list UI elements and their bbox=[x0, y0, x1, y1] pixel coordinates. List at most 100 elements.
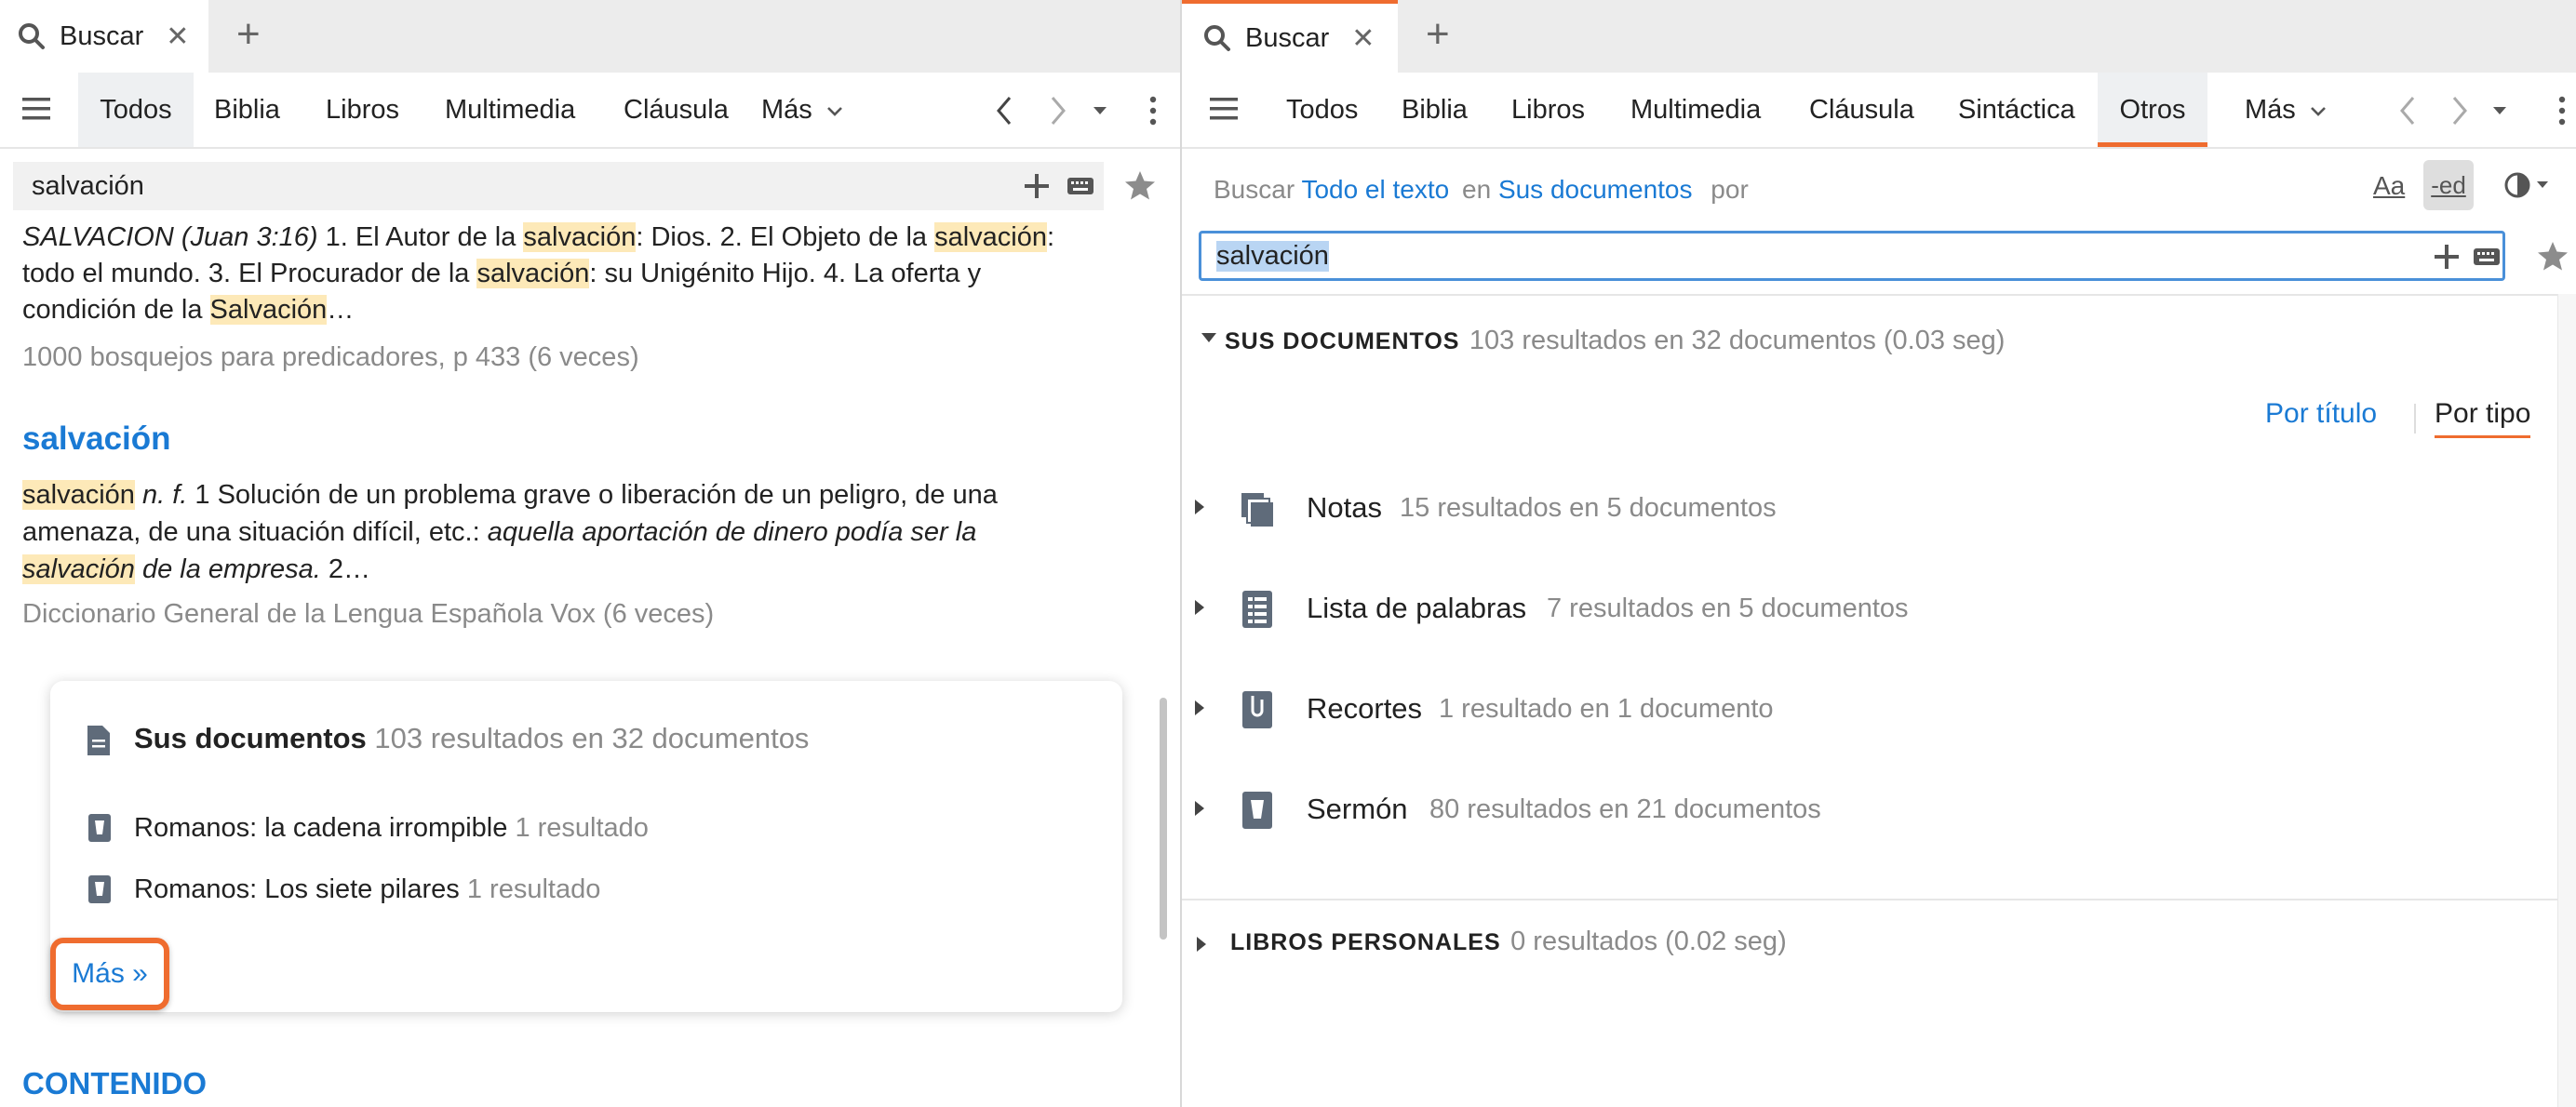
left-tab-strip: Buscar ✕ + bbox=[0, 0, 1180, 73]
history-dropdown-icon[interactable] bbox=[1091, 104, 1109, 117]
nav-tab-libros[interactable]: Libros bbox=[326, 73, 399, 147]
card-item-title: Romanos: Los siete pilares bbox=[134, 874, 460, 904]
group-row-recortes[interactable]: Recortes 1 resultado en 1 documento bbox=[1182, 677, 2557, 746]
search-hit: salvación bbox=[22, 554, 135, 584]
snippet-example: de la empresa. bbox=[134, 554, 321, 584]
keyboard-icon[interactable] bbox=[2473, 246, 2501, 268]
result-source-1[interactable]: 1000 bosquejos para predicadores, p 433 … bbox=[22, 342, 639, 373]
display-mode-icon[interactable] bbox=[2503, 169, 2552, 201]
collapsed-triangle-icon[interactable] bbox=[1193, 700, 1206, 716]
new-tab-button[interactable]: + bbox=[236, 11, 261, 58]
collapsed-triangle-icon[interactable] bbox=[1193, 599, 1206, 616]
snippet-line: salvación n. f. 1 Solución de un problem… bbox=[22, 476, 1158, 513]
nav-tab-todos[interactable]: Todos bbox=[1286, 73, 1358, 147]
search-input[interactable]: salvación bbox=[1216, 241, 1329, 272]
group-count: 1 resultado en 1 documento bbox=[1439, 694, 1774, 724]
more-link[interactable]: Más » bbox=[72, 958, 148, 990]
group-row-lista-de-palabras[interactable]: Lista de palabras 7 resultados en 5 docu… bbox=[1182, 577, 2557, 646]
collapsed-triangle-icon[interactable] bbox=[1193, 499, 1206, 515]
card-title[interactable]: Sus documentos bbox=[134, 722, 367, 754]
nav-tab-clausula[interactable]: Cláusula bbox=[624, 73, 729, 147]
query-en: en bbox=[1462, 175, 1492, 204]
nav-tab-multimedia[interactable]: Multimedia bbox=[445, 73, 575, 147]
menu-icon[interactable] bbox=[1208, 93, 1240, 130]
snippet-text: 1 Solución de un problema grave o libera… bbox=[187, 480, 998, 510]
nav-tab-libros[interactable]: Libros bbox=[1511, 73, 1585, 147]
close-tab-icon[interactable]: ✕ bbox=[166, 20, 189, 53]
sermon-icon bbox=[1242, 792, 1272, 829]
history-dropdown-icon[interactable] bbox=[2490, 104, 2509, 117]
search-icon bbox=[1204, 25, 1230, 51]
chevron-down-icon bbox=[2310, 107, 2326, 116]
group-label: Sermón bbox=[1307, 793, 1408, 825]
back-arrow-icon[interactable] bbox=[994, 95, 1014, 127]
nav-tab-todos[interactable]: Todos bbox=[78, 73, 194, 147]
snippet-line: SALVACION (Juan 3:16) 1. El Autor de la … bbox=[22, 220, 1158, 256]
section-title[interactable]: SUS DOCUMENTOS bbox=[1225, 328, 1459, 354]
group-count: 15 resultados en 5 documentos bbox=[1400, 493, 1777, 523]
section-heading-contenido[interactable]: CONTENIDO bbox=[22, 1066, 207, 1101]
query-por: por bbox=[1711, 175, 1749, 204]
snippet-text: 1. El Autor de la bbox=[317, 222, 524, 252]
star-icon[interactable] bbox=[1124, 169, 1156, 201]
close-tab-icon[interactable]: ✕ bbox=[1351, 22, 1375, 55]
add-icon[interactable] bbox=[2434, 244, 2460, 270]
forward-arrow-icon[interactable] bbox=[2449, 95, 2470, 127]
snippet-text: amenaza, de una situación difícil, etc.: bbox=[22, 517, 488, 547]
tab-label: Buscar bbox=[1245, 22, 1330, 53]
menu-icon[interactable] bbox=[20, 93, 52, 130]
expanded-triangle-icon[interactable] bbox=[1201, 331, 1217, 344]
back-arrow-icon[interactable] bbox=[2397, 95, 2418, 127]
nav-tab-multimedia[interactable]: Multimedia bbox=[1630, 73, 1761, 147]
keyboard-icon[interactable] bbox=[1067, 175, 1094, 197]
left-search-panel: Buscar ✕ + Todos Biblia Libros Multimedi… bbox=[0, 0, 1180, 1107]
match-case-toggle[interactable]: Aa bbox=[2373, 171, 2405, 201]
nav-tab-biblia[interactable]: Biblia bbox=[1402, 73, 1468, 147]
scope-dropdown[interactable]: Todo el texto bbox=[1301, 175, 1449, 204]
nav-tab-biblia[interactable]: Biblia bbox=[214, 73, 280, 147]
result-snippet-1: SALVACION (Juan 3:16) 1. El Autor de la … bbox=[22, 220, 1158, 328]
collapsed-triangle-icon[interactable] bbox=[1195, 936, 1208, 953]
result-source-2[interactable]: Diccionario General de la Lengua Español… bbox=[22, 599, 714, 630]
snippet-line: condición de la Salvación… bbox=[22, 292, 1158, 328]
card-item-title: Romanos: la cadena irrompible bbox=[134, 813, 508, 843]
left-nav-row: Todos Biblia Libros Multimedia Cláusula … bbox=[0, 73, 1180, 149]
divider-line bbox=[1182, 899, 2557, 900]
sort-by-type[interactable]: Por tipo bbox=[2435, 398, 2531, 438]
result-title-2[interactable]: salvación bbox=[22, 420, 171, 458]
group-label: Recortes bbox=[1307, 692, 1423, 725]
card-item[interactable]: Romanos: la cadena irrompible 1 resultad… bbox=[134, 813, 649, 844]
more-options-icon[interactable] bbox=[2557, 95, 2567, 127]
star-icon[interactable] bbox=[2537, 240, 2569, 272]
snippet-line: todo el mundo. 3. El Procurador de la sa… bbox=[22, 256, 1158, 292]
sort-by-title[interactable]: Por título bbox=[2265, 398, 2377, 430]
clippings-icon bbox=[1242, 691, 1272, 728]
nav-more-button[interactable]: Más bbox=[2245, 73, 2328, 147]
forward-arrow-icon[interactable] bbox=[1048, 95, 1068, 127]
nav-more-label: Más bbox=[2245, 95, 2296, 125]
collapsed-triangle-icon[interactable] bbox=[1193, 800, 1206, 817]
personal-books-title[interactable]: LIBROS PERSONALES bbox=[1230, 929, 1501, 955]
card-item[interactable]: Romanos: Los siete pilares 1 resultado bbox=[134, 874, 600, 905]
nav-more-button[interactable]: Más bbox=[761, 73, 844, 147]
more-options-icon[interactable] bbox=[1148, 95, 1158, 127]
add-icon[interactable] bbox=[1024, 173, 1050, 199]
nav-tab-otros[interactable]: Otros bbox=[2098, 73, 2207, 147]
collection-dropdown[interactable]: Sus documentos bbox=[1498, 175, 1693, 204]
group-row-notas[interactable]: Notas 15 resultados en 5 documentos bbox=[1182, 476, 2557, 545]
group-label: Notas bbox=[1307, 491, 1382, 524]
scrollbar-thumb[interactable] bbox=[1160, 698, 1167, 940]
right-search-tab[interactable]: Buscar ✕ bbox=[1182, 0, 1398, 73]
group-row-sermon[interactable]: Sermón 80 resultados en 21 documentos bbox=[1182, 778, 2557, 847]
result-snippet-2: salvación n. f. 1 Solución de un problem… bbox=[22, 476, 1158, 588]
search-field: salvación bbox=[1199, 231, 2505, 281]
scroll-gutter[interactable] bbox=[2557, 294, 2576, 1107]
nav-tab-clausula[interactable]: Cláusula bbox=[1809, 73, 1914, 147]
match-forms-toggle[interactable]: -ed bbox=[2423, 160, 2474, 210]
new-tab-button[interactable]: + bbox=[1426, 11, 1450, 58]
search-input[interactable]: salvación bbox=[32, 171, 144, 202]
right-nav-row: Todos Biblia Libros Multimedia Cláusula … bbox=[1182, 73, 2576, 149]
nav-tab-sintactica[interactable]: Sintáctica bbox=[1958, 73, 2075, 147]
snippet-text: 2… bbox=[320, 554, 370, 584]
left-search-tab[interactable]: Buscar ✕ bbox=[0, 0, 208, 73]
